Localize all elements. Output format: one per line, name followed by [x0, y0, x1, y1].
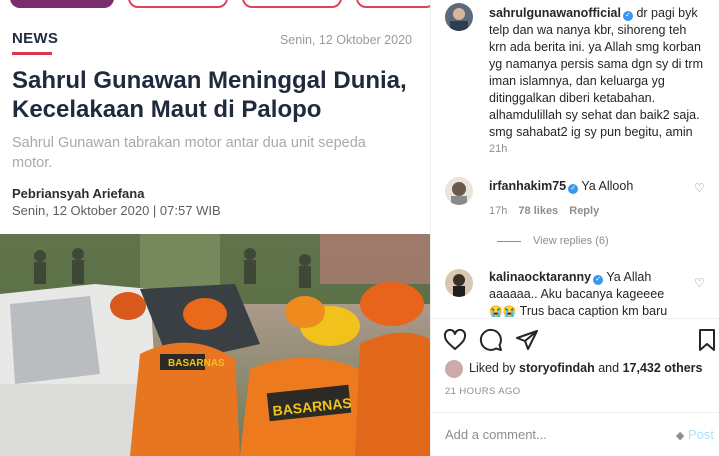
caption-time[interactable]: 21h	[489, 143, 507, 155]
share-paperplane-icon[interactable]	[515, 328, 539, 352]
comment-item: irfanhakim75 ✓ Ya Allooh	[489, 178, 699, 195]
reply-button[interactable]: Reply	[569, 205, 599, 217]
news-section-label: NEWS	[12, 30, 59, 47]
comment-likes[interactable]: 78 likes	[518, 205, 558, 217]
post-timestamp[interactable]: 21 HOURS AGO	[445, 386, 521, 397]
save-bookmark-icon[interactable]	[695, 328, 719, 352]
article-subhead: Sahrul Gunawan tabrakan motor antar dua …	[12, 135, 366, 171]
comment-item: kalinaocktaranny ✓ Ya Allah aaaaaa.. Aku …	[489, 269, 694, 317]
comment-like-heart-icon[interactable]: ♡	[694, 276, 705, 290]
post-button-label: Post	[687, 427, 714, 442]
article-headline: Sahrul Gunawan Meninggal Dunia, Kecelaka…	[12, 67, 407, 123]
view-replies-label: View replies (6)	[533, 235, 609, 247]
tab-pill	[356, 0, 430, 8]
verified-badge-icon: ✓	[568, 184, 579, 194]
tab-pill	[10, 0, 114, 8]
comment-bubble-icon[interactable]	[479, 328, 503, 352]
article-top-tabs	[0, 0, 430, 10]
poster-avatar[interactable]	[445, 3, 473, 31]
replies-divider	[497, 240, 521, 242]
add-comment-bar: Add a comment... ◆ Post	[431, 412, 719, 456]
like-heart-icon[interactable]	[443, 328, 467, 352]
post-actions-bar	[431, 318, 719, 363]
verified-badge-icon: ✓	[622, 11, 633, 21]
caption-meta: 21h	[489, 143, 515, 155]
liker-username[interactable]: storyofindah	[519, 361, 595, 375]
accident-scene-photo: BASARNAS BASARNAS	[0, 234, 430, 456]
likes-and: and	[598, 361, 620, 375]
comment-meta: 17h 78 likes Reply	[489, 205, 607, 217]
post-sidebar: sahrulgunawanofficial ✓ dr pagi byk telp …	[430, 0, 719, 456]
commenter-avatar[interactable]	[445, 269, 473, 297]
tab-pill	[242, 0, 342, 8]
article-byline-date: Senin, 12 Oktober 2020 | 07:57 WIB	[12, 203, 221, 218]
article-author: Pebriansyah Ariefana	[12, 186, 145, 201]
tab-pill	[128, 0, 228, 8]
caption-username[interactable]: sahrulgunawanofficial	[489, 6, 621, 20]
crying-emoji-icon: 😭😭	[489, 306, 517, 317]
vest-label-1: BASARNAS	[168, 358, 225, 369]
post-image[interactable]: NEWS Senin, 12 Oktober 2020 Sahrul Gunaw…	[0, 0, 430, 456]
likes-count[interactable]: 17,432 others	[623, 361, 703, 375]
comment-input[interactable]: Add a comment...	[445, 427, 547, 442]
article-date: Senin, 12 Oktober 2020	[279, 33, 412, 47]
post-comment-button[interactable]: ◆ Post	[676, 427, 714, 442]
likes-summary: Liked by storyofindah and 17,432 others	[469, 361, 703, 375]
comment-username[interactable]: irfanhakim75	[489, 179, 566, 193]
section-underline	[12, 52, 52, 55]
view-replies-button[interactable]: View replies (6)	[497, 235, 609, 247]
comment-time[interactable]: 17h	[489, 205, 507, 217]
comment-like-heart-icon[interactable]: ♡	[694, 181, 705, 195]
commenter-avatar[interactable]	[445, 177, 473, 205]
likes-prefix: Liked by	[469, 361, 516, 375]
scene-illustration: BASARNAS BASARNAS	[0, 234, 430, 456]
comment-username[interactable]: kalinaocktaranny	[489, 270, 591, 284]
emoji-icon[interactable]: ◆	[676, 430, 684, 442]
caption-text: dr pagi byk telp dan wa nanya kbr, sihor…	[489, 6, 703, 139]
comment-text-continued: Trus baca caption km baru	[519, 304, 668, 317]
comment-text: Ya Allooh	[581, 179, 634, 193]
liker-avatar[interactable]	[445, 360, 463, 378]
verified-badge-icon: ✓	[593, 275, 604, 285]
caption: sahrulgunawanofficial ✓ dr pagi byk telp …	[489, 5, 707, 141]
